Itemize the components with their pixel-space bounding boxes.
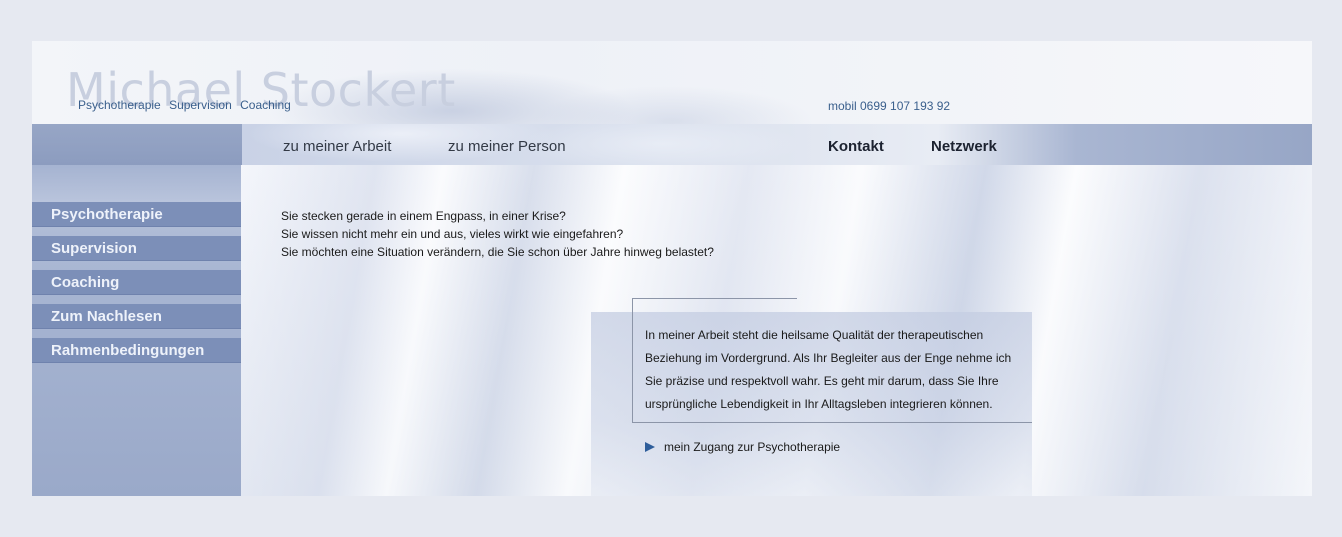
play-arrow-icon [645,442,655,452]
quote-line: Sie präzise und respektvoll wahr. Es geh… [645,374,999,388]
nav-link-arbeit[interactable]: zu meiner Arbeit [283,138,391,155]
sidebar-header [32,165,241,202]
more-link-label: mein Zugang zur Psychotherapie [664,440,841,454]
site-container: Michael Stockert Psychotherapie Supervis… [32,41,1312,496]
quote-text: In meiner Arbeit steht die heilsame Qual… [645,324,1025,416]
quote-line: ursprüngliche Lebendigkeit in Ihr Alltag… [645,397,993,411]
nav-link-kontakt[interactable]: Kontakt [828,138,884,155]
tagline-psychotherapie: Psychotherapie [78,98,161,112]
phone-number: mobil 0699 107 193 92 [828,99,951,113]
tagline-coaching: Coaching [240,98,291,112]
tagline: Psychotherapie Supervision Coaching [78,98,296,112]
intro-text: Sie stecken gerade in einem Engpass, in … [281,207,714,261]
quote-line: In meiner Arbeit steht die heilsame Qual… [645,328,984,342]
tagline-supervision: Supervision [169,98,232,112]
nav-link-netzwerk[interactable]: Netzwerk [931,138,997,155]
quote-line: Beziehung im Vordergrund. Als Ihr Beglei… [645,351,1012,365]
sidebar: Psychotherapie Supervision Coaching Zum … [32,165,241,496]
sidebar-item-zum-nachlesen[interactable]: Zum Nachlesen [32,304,241,329]
sidebar-item-psychotherapie[interactable]: Psychotherapie [32,202,241,227]
intro-line: Sie möchten eine Situation verändern, di… [281,245,714,259]
top-navigation-bar [242,124,1312,165]
main-content: Sie stecken gerade in einem Engpass, in … [241,165,1312,496]
sidebar-item-rahmenbedingungen[interactable]: Rahmenbedingungen [32,338,241,363]
psychotherapie-approach-link[interactable]: mein Zugang zur Psychotherapie [645,440,840,454]
intro-line: Sie wissen nicht mehr ein und aus, viele… [281,227,624,241]
sidebar-item-coaching[interactable]: Coaching [32,270,241,295]
intro-line: Sie stecken gerade in einem Engpass, in … [281,209,566,223]
sidebar-item-supervision[interactable]: Supervision [32,236,241,261]
header: Michael Stockert Psychotherapie Supervis… [32,41,1312,124]
nav-link-person[interactable]: zu meiner Person [448,138,566,155]
top-navigation: zu meiner Arbeit zu meiner Person Kontak… [32,124,1312,165]
